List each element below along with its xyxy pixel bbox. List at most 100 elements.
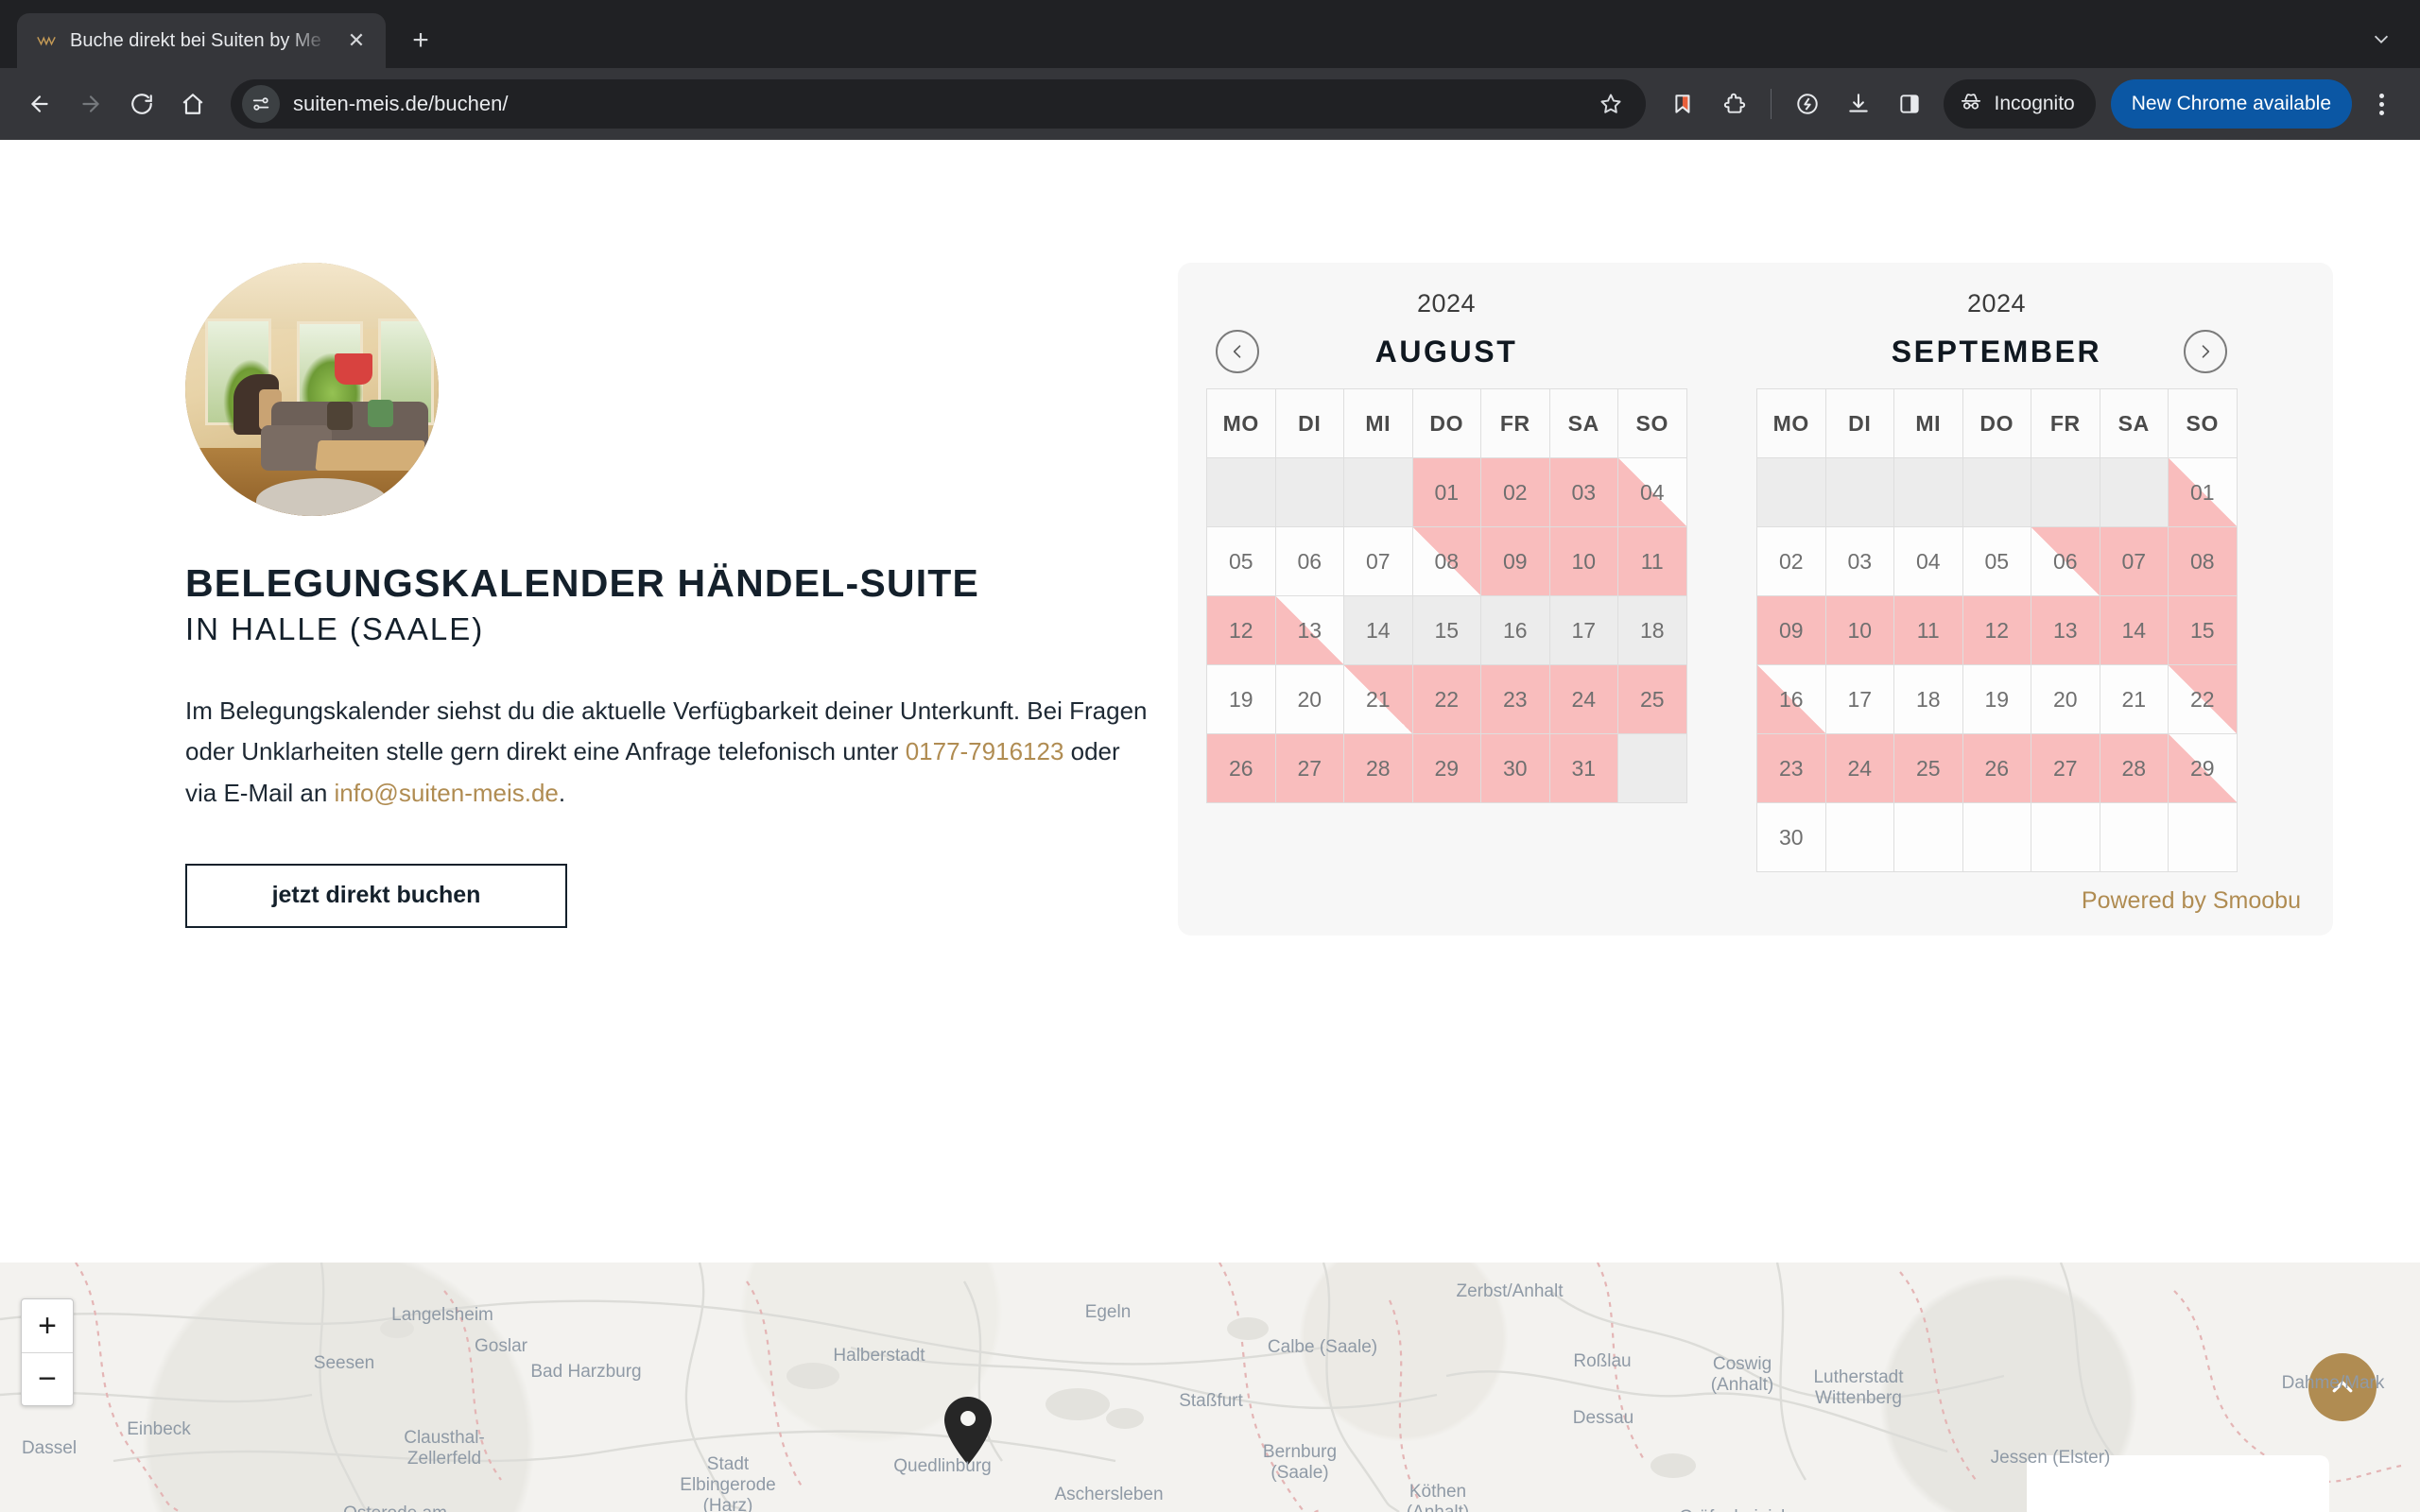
incognito-indicator[interactable]: Incognito bbox=[1943, 79, 2096, 129]
address-bar[interactable]: suiten-meis.de/buchen/ bbox=[231, 79, 1646, 129]
calendar-day-07[interactable]: 07 bbox=[2099, 526, 2169, 596]
reload-icon[interactable] bbox=[119, 81, 164, 127]
bookmark-flag-icon[interactable] bbox=[1661, 81, 1706, 127]
calendar-day-13[interactable]: 13 bbox=[2031, 595, 2100, 665]
calendar-day-13[interactable]: 13 bbox=[1274, 595, 1344, 665]
calendar-day-14[interactable]: 14 bbox=[2099, 595, 2169, 665]
page-content: BELEGUNGSKALENDER HÄNDEL-SUITE IN HALLE … bbox=[0, 140, 2420, 936]
calendar-day-06[interactable]: 06 bbox=[1274, 526, 1344, 596]
chrome-update-button[interactable]: New Chrome available bbox=[2110, 79, 2352, 129]
day-number: 17 bbox=[1847, 686, 1873, 712]
day-number: 07 bbox=[2121, 548, 2147, 574]
calendar-day-14[interactable]: 14 bbox=[1343, 595, 1413, 665]
weekday-header: MO bbox=[1206, 388, 1276, 458]
calendar-day-06[interactable]: 06 bbox=[2031, 526, 2100, 596]
new-tab-button[interactable]: + bbox=[399, 19, 442, 62]
calendar-day-01[interactable]: 01 bbox=[1411, 457, 1481, 527]
calendar-day-27[interactable]: 27 bbox=[1274, 733, 1344, 803]
calendar-day-26[interactable]: 26 bbox=[1962, 733, 2031, 803]
calendar-next-button[interactable] bbox=[2184, 330, 2227, 373]
calendar-day-05[interactable]: 05 bbox=[1206, 526, 1276, 596]
star-icon[interactable] bbox=[1591, 84, 1631, 124]
calendar-day-25[interactable]: 25 bbox=[1617, 664, 1687, 734]
calendar-day-23[interactable]: 23 bbox=[1480, 664, 1550, 734]
calendar-day-12[interactable]: 12 bbox=[1962, 595, 2031, 665]
day-number: 07 bbox=[1365, 548, 1391, 574]
calendar-day-05[interactable]: 05 bbox=[1962, 526, 2031, 596]
calendar-day-16[interactable]: 16 bbox=[1480, 595, 1550, 665]
calendar-day-04[interactable]: 04 bbox=[1893, 526, 1963, 596]
location-map[interactable]: + − Dassel Einbeck Seesen Goslar Langelsheim… bbox=[0, 1263, 2420, 1512]
calendar-day-11[interactable]: 11 bbox=[1617, 526, 1687, 596]
calendar-day-07[interactable]: 07 bbox=[1343, 526, 1413, 596]
day-number: 11 bbox=[1916, 617, 1940, 643]
calendar-day-28[interactable]: 28 bbox=[2099, 733, 2169, 803]
calendar-year: 2024 bbox=[1416, 289, 1477, 318]
calendar-day-29[interactable]: 29 bbox=[2168, 733, 2238, 803]
calendar-day-30[interactable]: 30 bbox=[1480, 733, 1550, 803]
calendar-day-18[interactable]: 18 bbox=[1893, 664, 1963, 734]
calendar-day-24[interactable]: 24 bbox=[1824, 733, 1894, 803]
chevron-down-icon[interactable] bbox=[2360, 17, 2403, 60]
calendar-day-08[interactable]: 08 bbox=[2168, 526, 2238, 596]
calendar-day-24[interactable]: 24 bbox=[1548, 664, 1618, 734]
calendar-day-10[interactable]: 10 bbox=[1824, 595, 1894, 665]
calendar-day-12[interactable]: 12 bbox=[1206, 595, 1276, 665]
calendar-day-30[interactable]: 30 bbox=[1756, 802, 1826, 872]
calendar-day-17[interactable]: 17 bbox=[1824, 664, 1894, 734]
calendar-day-22[interactable]: 22 bbox=[1411, 664, 1481, 734]
calendar-day-18[interactable]: 18 bbox=[1617, 595, 1687, 665]
calendar-day-21[interactable]: 21 bbox=[2099, 664, 2169, 734]
weekday-header: FR bbox=[1480, 388, 1550, 458]
three-dot-menu-icon[interactable] bbox=[2360, 82, 2403, 126]
side-panel-icon[interactable] bbox=[1887, 81, 1932, 127]
calendar-day-31[interactable]: 31 bbox=[1548, 733, 1618, 803]
calendar-day-21[interactable]: 21 bbox=[1343, 664, 1413, 734]
calendar-day-19[interactable]: 19 bbox=[1962, 664, 2031, 734]
page-viewport: BELEGUNGSKALENDER HÄNDEL-SUITE IN HALLE … bbox=[0, 140, 2420, 1512]
close-icon[interactable]: ✕ bbox=[340, 25, 372, 57]
home-icon[interactable] bbox=[170, 81, 216, 127]
calendar-day-16[interactable]: 16 bbox=[1756, 664, 1826, 734]
calendar-day-03[interactable]: 03 bbox=[1548, 457, 1618, 527]
calendar-day-25[interactable]: 25 bbox=[1893, 733, 1963, 803]
weekday-header: MO bbox=[1756, 388, 1826, 458]
map-zoom-out-button[interactable]: − bbox=[22, 1352, 73, 1405]
calendar-day-10[interactable]: 10 bbox=[1548, 526, 1618, 596]
back-arrow-icon[interactable] bbox=[17, 81, 62, 127]
calendar-prev-button[interactable] bbox=[1216, 330, 1259, 373]
calendar-day-19[interactable]: 19 bbox=[1206, 664, 1276, 734]
calendar-day-29[interactable]: 29 bbox=[1411, 733, 1481, 803]
forward-arrow-icon bbox=[68, 81, 113, 127]
calendar-day-03[interactable]: 03 bbox=[1824, 526, 1894, 596]
calendar-day-09[interactable]: 09 bbox=[1480, 526, 1550, 596]
calendar-day-23[interactable]: 23 bbox=[1756, 733, 1826, 803]
calendar-day-22[interactable]: 22 bbox=[2168, 664, 2238, 734]
extensions-icon[interactable] bbox=[1712, 81, 1757, 127]
calendar-day-15[interactable]: 15 bbox=[1411, 595, 1481, 665]
email-link[interactable]: info@suiten-meis.de bbox=[335, 779, 559, 807]
calendar-day-26[interactable]: 26 bbox=[1206, 733, 1276, 803]
calendar-day-09[interactable]: 09 bbox=[1756, 595, 1826, 665]
calendar-day-11[interactable]: 11 bbox=[1893, 595, 1963, 665]
site-settings-icon[interactable] bbox=[242, 85, 280, 123]
calendar-day-08[interactable]: 08 bbox=[1411, 526, 1481, 596]
calendar-day-01[interactable]: 01 bbox=[2168, 457, 2238, 527]
calendar-day-20[interactable]: 20 bbox=[2031, 664, 2100, 734]
calendar-day-27[interactable]: 27 bbox=[2031, 733, 2100, 803]
calendar-day-20[interactable]: 20 bbox=[1274, 664, 1344, 734]
calendar-day-02[interactable]: 02 bbox=[1480, 457, 1550, 527]
download-icon[interactable] bbox=[1836, 81, 1881, 127]
browser-tab[interactable]: Buche direkt bei Suiten by Me ✕ bbox=[17, 13, 386, 68]
book-now-button[interactable]: jetzt direkt buchen bbox=[185, 863, 567, 928]
calendar-day-17[interactable]: 17 bbox=[1548, 595, 1618, 665]
calendar-month-name: SEPTEMBER bbox=[1891, 334, 2102, 369]
map-zoom-in-button[interactable]: + bbox=[22, 1299, 73, 1352]
day-number: 11 bbox=[1640, 548, 1664, 574]
calendar-day-04[interactable]: 04 bbox=[1617, 457, 1687, 527]
calendar-day-02[interactable]: 02 bbox=[1756, 526, 1826, 596]
calendar-day-28[interactable]: 28 bbox=[1343, 733, 1413, 803]
phone-link[interactable]: 0177-7916123 bbox=[906, 737, 1064, 765]
calendar-day-15[interactable]: 15 bbox=[2168, 595, 2238, 665]
performance-leaf-icon[interactable] bbox=[1785, 81, 1830, 127]
